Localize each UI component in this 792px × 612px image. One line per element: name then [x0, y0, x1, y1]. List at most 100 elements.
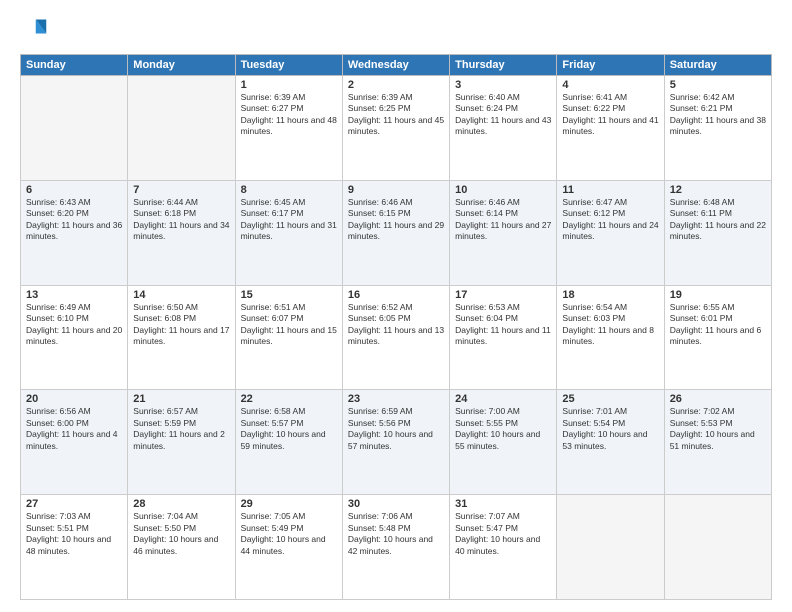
- day-header: Friday: [557, 55, 664, 76]
- day-info: Sunrise: 7:03 AM Sunset: 5:51 PM Dayligh…: [26, 511, 122, 557]
- calendar-cell: 6Sunrise: 6:43 AM Sunset: 6:20 PM Daylig…: [21, 180, 128, 285]
- day-number: 31: [455, 498, 551, 510]
- calendar-cell: 23Sunrise: 6:59 AM Sunset: 5:56 PM Dayli…: [342, 390, 449, 495]
- day-header: Saturday: [664, 55, 771, 76]
- day-number: 5: [670, 79, 766, 91]
- header: [20, 16, 772, 44]
- day-info: Sunrise: 6:55 AM Sunset: 6:01 PM Dayligh…: [670, 302, 766, 348]
- day-number: 27: [26, 498, 122, 510]
- day-info: Sunrise: 6:58 AM Sunset: 5:57 PM Dayligh…: [241, 406, 337, 452]
- day-info: Sunrise: 7:01 AM Sunset: 5:54 PM Dayligh…: [562, 406, 658, 452]
- calendar-cell: 8Sunrise: 6:45 AM Sunset: 6:17 PM Daylig…: [235, 180, 342, 285]
- day-number: 16: [348, 289, 444, 301]
- day-info: Sunrise: 6:39 AM Sunset: 6:27 PM Dayligh…: [241, 92, 337, 138]
- day-number: 24: [455, 393, 551, 405]
- calendar-cell: 7Sunrise: 6:44 AM Sunset: 6:18 PM Daylig…: [128, 180, 235, 285]
- calendar-cell: 18Sunrise: 6:54 AM Sunset: 6:03 PM Dayli…: [557, 285, 664, 390]
- day-info: Sunrise: 6:42 AM Sunset: 6:21 PM Dayligh…: [670, 92, 766, 138]
- day-info: Sunrise: 6:39 AM Sunset: 6:25 PM Dayligh…: [348, 92, 444, 138]
- day-number: 13: [26, 289, 122, 301]
- day-info: Sunrise: 6:45 AM Sunset: 6:17 PM Dayligh…: [241, 197, 337, 243]
- calendar-cell: 29Sunrise: 7:05 AM Sunset: 5:49 PM Dayli…: [235, 495, 342, 600]
- calendar-cell: 1Sunrise: 6:39 AM Sunset: 6:27 PM Daylig…: [235, 76, 342, 181]
- day-header: Tuesday: [235, 55, 342, 76]
- day-info: Sunrise: 6:59 AM Sunset: 5:56 PM Dayligh…: [348, 406, 444, 452]
- calendar-cell: [21, 76, 128, 181]
- calendar-week: 1Sunrise: 6:39 AM Sunset: 6:27 PM Daylig…: [21, 76, 772, 181]
- calendar-cell: 12Sunrise: 6:48 AM Sunset: 6:11 PM Dayli…: [664, 180, 771, 285]
- calendar-cell: [557, 495, 664, 600]
- day-number: 19: [670, 289, 766, 301]
- calendar-cell: 10Sunrise: 6:46 AM Sunset: 6:14 PM Dayli…: [450, 180, 557, 285]
- day-number: 26: [670, 393, 766, 405]
- day-number: 10: [455, 184, 551, 196]
- day-header: Monday: [128, 55, 235, 76]
- day-info: Sunrise: 6:48 AM Sunset: 6:11 PM Dayligh…: [670, 197, 766, 243]
- day-number: 30: [348, 498, 444, 510]
- calendar-cell: 5Sunrise: 6:42 AM Sunset: 6:21 PM Daylig…: [664, 76, 771, 181]
- calendar-cell: 16Sunrise: 6:52 AM Sunset: 6:05 PM Dayli…: [342, 285, 449, 390]
- calendar-cell: [664, 495, 771, 600]
- calendar-cell: 21Sunrise: 6:57 AM Sunset: 5:59 PM Dayli…: [128, 390, 235, 495]
- day-info: Sunrise: 7:05 AM Sunset: 5:49 PM Dayligh…: [241, 511, 337, 557]
- day-info: Sunrise: 7:06 AM Sunset: 5:48 PM Dayligh…: [348, 511, 444, 557]
- calendar-cell: 3Sunrise: 6:40 AM Sunset: 6:24 PM Daylig…: [450, 76, 557, 181]
- day-header: Wednesday: [342, 55, 449, 76]
- calendar-header: SundayMondayTuesdayWednesdayThursdayFrid…: [21, 55, 772, 76]
- day-number: 4: [562, 79, 658, 91]
- calendar-cell: 2Sunrise: 6:39 AM Sunset: 6:25 PM Daylig…: [342, 76, 449, 181]
- day-info: Sunrise: 7:02 AM Sunset: 5:53 PM Dayligh…: [670, 406, 766, 452]
- logo-icon: [20, 16, 48, 44]
- day-number: 20: [26, 393, 122, 405]
- day-info: Sunrise: 6:50 AM Sunset: 6:08 PM Dayligh…: [133, 302, 229, 348]
- day-number: 2: [348, 79, 444, 91]
- day-info: Sunrise: 6:53 AM Sunset: 6:04 PM Dayligh…: [455, 302, 551, 348]
- day-info: Sunrise: 6:43 AM Sunset: 6:20 PM Dayligh…: [26, 197, 122, 243]
- calendar-cell: [128, 76, 235, 181]
- calendar-cell: 26Sunrise: 7:02 AM Sunset: 5:53 PM Dayli…: [664, 390, 771, 495]
- day-number: 14: [133, 289, 229, 301]
- calendar-cell: 17Sunrise: 6:53 AM Sunset: 6:04 PM Dayli…: [450, 285, 557, 390]
- page: SundayMondayTuesdayWednesdayThursdayFrid…: [0, 0, 792, 612]
- calendar-cell: 25Sunrise: 7:01 AM Sunset: 5:54 PM Dayli…: [557, 390, 664, 495]
- day-number: 21: [133, 393, 229, 405]
- calendar-cell: 31Sunrise: 7:07 AM Sunset: 5:47 PM Dayli…: [450, 495, 557, 600]
- calendar-cell: 19Sunrise: 6:55 AM Sunset: 6:01 PM Dayli…: [664, 285, 771, 390]
- day-number: 3: [455, 79, 551, 91]
- calendar-cell: 30Sunrise: 7:06 AM Sunset: 5:48 PM Dayli…: [342, 495, 449, 600]
- calendar-cell: 14Sunrise: 6:50 AM Sunset: 6:08 PM Dayli…: [128, 285, 235, 390]
- calendar-cell: 15Sunrise: 6:51 AM Sunset: 6:07 PM Dayli…: [235, 285, 342, 390]
- calendar-cell: 22Sunrise: 6:58 AM Sunset: 5:57 PM Dayli…: [235, 390, 342, 495]
- calendar-body: 1Sunrise: 6:39 AM Sunset: 6:27 PM Daylig…: [21, 76, 772, 600]
- day-number: 7: [133, 184, 229, 196]
- header-row: SundayMondayTuesdayWednesdayThursdayFrid…: [21, 55, 772, 76]
- day-info: Sunrise: 6:52 AM Sunset: 6:05 PM Dayligh…: [348, 302, 444, 348]
- day-number: 8: [241, 184, 337, 196]
- calendar-week: 20Sunrise: 6:56 AM Sunset: 6:00 PM Dayli…: [21, 390, 772, 495]
- day-info: Sunrise: 6:54 AM Sunset: 6:03 PM Dayligh…: [562, 302, 658, 348]
- day-number: 28: [133, 498, 229, 510]
- calendar: SundayMondayTuesdayWednesdayThursdayFrid…: [20, 54, 772, 600]
- calendar-cell: 13Sunrise: 6:49 AM Sunset: 6:10 PM Dayli…: [21, 285, 128, 390]
- day-header: Sunday: [21, 55, 128, 76]
- calendar-cell: 11Sunrise: 6:47 AM Sunset: 6:12 PM Dayli…: [557, 180, 664, 285]
- calendar-week: 6Sunrise: 6:43 AM Sunset: 6:20 PM Daylig…: [21, 180, 772, 285]
- day-info: Sunrise: 6:46 AM Sunset: 6:15 PM Dayligh…: [348, 197, 444, 243]
- calendar-cell: 24Sunrise: 7:00 AM Sunset: 5:55 PM Dayli…: [450, 390, 557, 495]
- day-number: 15: [241, 289, 337, 301]
- day-info: Sunrise: 6:40 AM Sunset: 6:24 PM Dayligh…: [455, 92, 551, 138]
- calendar-week: 27Sunrise: 7:03 AM Sunset: 5:51 PM Dayli…: [21, 495, 772, 600]
- day-info: Sunrise: 6:56 AM Sunset: 6:00 PM Dayligh…: [26, 406, 122, 452]
- calendar-cell: 27Sunrise: 7:03 AM Sunset: 5:51 PM Dayli…: [21, 495, 128, 600]
- day-number: 23: [348, 393, 444, 405]
- day-info: Sunrise: 6:46 AM Sunset: 6:14 PM Dayligh…: [455, 197, 551, 243]
- calendar-week: 13Sunrise: 6:49 AM Sunset: 6:10 PM Dayli…: [21, 285, 772, 390]
- logo: [20, 16, 52, 44]
- day-number: 17: [455, 289, 551, 301]
- day-info: Sunrise: 6:47 AM Sunset: 6:12 PM Dayligh…: [562, 197, 658, 243]
- day-number: 1: [241, 79, 337, 91]
- calendar-cell: 20Sunrise: 6:56 AM Sunset: 6:00 PM Dayli…: [21, 390, 128, 495]
- day-header: Thursday: [450, 55, 557, 76]
- day-number: 12: [670, 184, 766, 196]
- day-number: 18: [562, 289, 658, 301]
